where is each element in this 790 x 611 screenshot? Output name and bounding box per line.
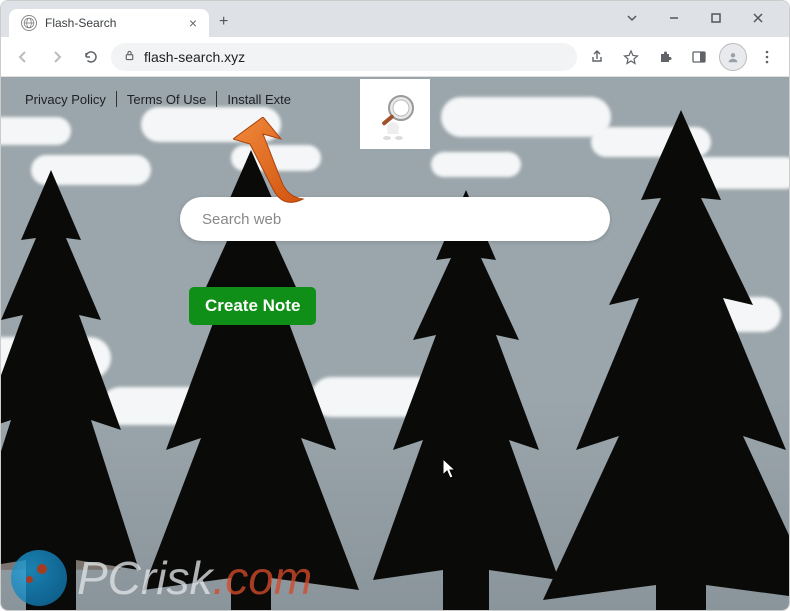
minimize-button[interactable] bbox=[655, 5, 693, 31]
window-close-button[interactable] bbox=[739, 5, 777, 31]
cloud bbox=[431, 152, 521, 177]
tab-strip: Flash-Search × + bbox=[1, 1, 789, 37]
browser-window: Flash-Search × + bbox=[0, 0, 790, 611]
chevron-down-icon[interactable] bbox=[613, 5, 651, 31]
address-bar[interactable]: flash-search.xyz bbox=[111, 43, 577, 71]
menu-icon[interactable] bbox=[753, 43, 781, 71]
nav-install-link[interactable]: Install Exte bbox=[217, 92, 301, 107]
toolbar-actions bbox=[583, 43, 781, 71]
browser-toolbar: flash-search.xyz bbox=[1, 37, 789, 77]
watermark-logo-icon bbox=[11, 550, 67, 606]
sidepanel-icon[interactable] bbox=[685, 43, 713, 71]
tree bbox=[541, 110, 789, 610]
nav-privacy-link[interactable]: Privacy Policy bbox=[15, 92, 116, 107]
maximize-button[interactable] bbox=[697, 5, 735, 31]
search-box[interactable] bbox=[180, 197, 610, 241]
forward-button[interactable] bbox=[43, 43, 71, 71]
nav-terms-link[interactable]: Terms Of Use bbox=[117, 92, 216, 107]
star-icon[interactable] bbox=[617, 43, 645, 71]
reload-button[interactable] bbox=[77, 43, 105, 71]
share-icon[interactable] bbox=[583, 43, 611, 71]
extensions-icon[interactable] bbox=[651, 43, 679, 71]
cloud bbox=[141, 107, 281, 142]
globe-icon bbox=[21, 15, 37, 31]
search-input[interactable] bbox=[202, 211, 588, 228]
window-controls bbox=[613, 5, 781, 31]
page-viewport: Privacy Policy Terms Of Use Install Exte… bbox=[1, 77, 789, 610]
tab-close-icon[interactable]: × bbox=[189, 15, 197, 31]
create-note-button[interactable]: Create Note bbox=[189, 287, 316, 325]
browser-tab[interactable]: Flash-Search × bbox=[9, 9, 209, 37]
lock-icon bbox=[123, 49, 136, 65]
watermark: PCrisk.com bbox=[11, 550, 312, 606]
cloud bbox=[1, 117, 71, 145]
profile-avatar[interactable] bbox=[719, 43, 747, 71]
new-tab-button[interactable]: + bbox=[209, 7, 238, 37]
site-logo bbox=[360, 79, 430, 149]
back-button[interactable] bbox=[9, 43, 37, 71]
url-text: flash-search.xyz bbox=[144, 49, 245, 65]
watermark-text: PCrisk.com bbox=[77, 551, 312, 605]
magnifier-figure-icon bbox=[367, 86, 423, 142]
tree bbox=[1, 170, 141, 610]
tree bbox=[371, 190, 561, 610]
tab-title: Flash-Search bbox=[45, 16, 116, 30]
header-nav: Privacy Policy Terms Of Use Install Exte bbox=[15, 91, 301, 107]
